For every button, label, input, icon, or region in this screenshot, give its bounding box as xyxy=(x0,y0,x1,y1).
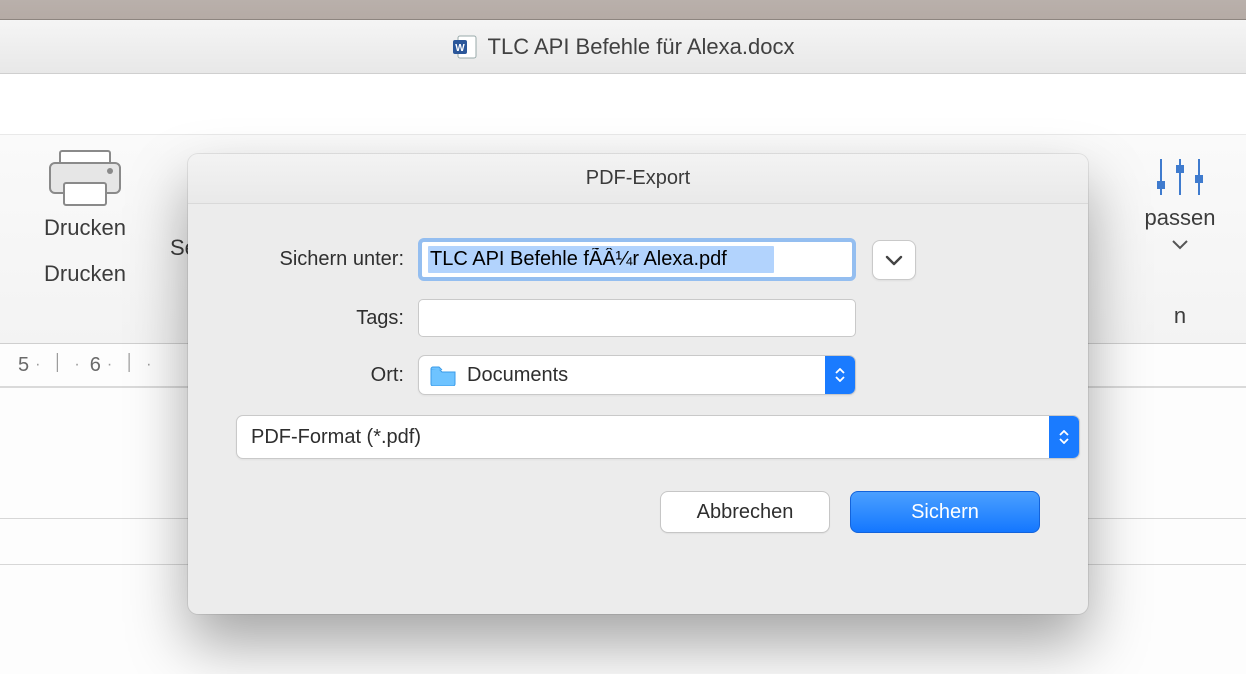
dialog-title: PDF-Export xyxy=(188,154,1088,204)
location-label: Ort: xyxy=(218,364,418,387)
tags-input[interactable] xyxy=(418,299,856,337)
printer-icon[interactable] xyxy=(46,149,124,207)
tags-label: Tags: xyxy=(218,307,418,330)
ruler-number: 6 xyxy=(90,354,101,377)
save-as-label: Sichern unter: xyxy=(218,248,418,271)
ruler-number: 5 xyxy=(18,354,29,377)
save-button-label: Sichern xyxy=(911,501,979,524)
select-stepper-icon xyxy=(1049,416,1079,458)
format-select[interactable]: PDF-Format (*.pdf) xyxy=(236,415,1080,459)
ribbon-print-group-caption: Drucken xyxy=(44,261,126,287)
filename-field-wrap xyxy=(418,238,856,281)
sliders-icon[interactable] xyxy=(1151,155,1209,199)
blank-strip xyxy=(0,74,1246,134)
word-doc-icon: W xyxy=(452,34,478,60)
location-value: Documents xyxy=(467,364,568,387)
folder-icon xyxy=(429,364,457,386)
save-button[interactable]: Sichern xyxy=(850,491,1040,533)
ribbon-right-group: passen n xyxy=(1120,155,1240,249)
macos-menubar-fragment xyxy=(0,0,1246,20)
svg-text:W: W xyxy=(455,43,465,54)
ribbon-print-label[interactable]: Drucken xyxy=(44,215,126,241)
ribbon-print-group: Drucken Drucken xyxy=(0,145,170,287)
pdf-export-dialog: PDF-Export Sichern unter: Tags: xyxy=(188,154,1088,614)
format-value: PDF-Format (*.pdf) xyxy=(251,426,421,449)
cancel-button[interactable]: Abbrechen xyxy=(660,491,830,533)
ribbon-truncated-right: passen xyxy=(1145,205,1216,231)
ribbon-truncated-right-2: n xyxy=(1174,303,1186,329)
window-title: TLC API Befehle für Alexa.docx xyxy=(488,34,795,60)
location-select[interactable]: Documents xyxy=(418,355,856,395)
chevron-down-icon[interactable] xyxy=(1171,237,1189,249)
filename-input[interactable] xyxy=(424,244,850,275)
cancel-button-label: Abbrechen xyxy=(697,501,794,524)
window-titlebar: W TLC API Befehle für Alexa.docx xyxy=(0,20,1246,74)
expand-save-panel-button[interactable] xyxy=(872,240,916,280)
select-stepper-icon xyxy=(825,356,855,394)
